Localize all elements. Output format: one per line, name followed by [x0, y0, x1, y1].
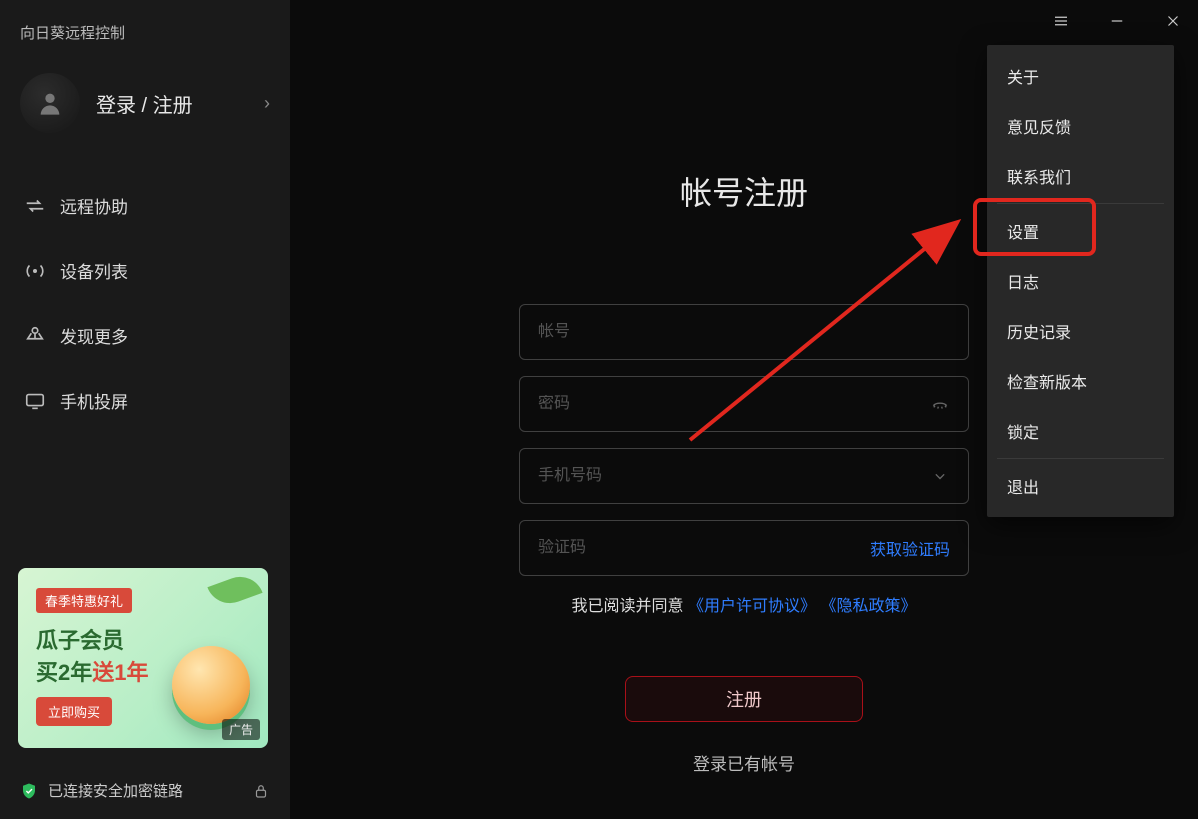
dropdown-menu: 关于 意见反馈 联系我们 设置 日志 历史记录 检查新版本 锁定 退出 — [987, 45, 1174, 517]
chevron-right-icon: › — [264, 93, 270, 114]
main-panel: 关于 意见反馈 联系我们 设置 日志 历史记录 检查新版本 锁定 退出 帐号注册 — [290, 0, 1198, 819]
nav-label: 远程协助 — [60, 193, 128, 218]
promo-line2-prefix: 买2年 — [36, 660, 92, 685]
nav-remote-assist[interactable]: 远程协助 — [0, 173, 290, 238]
login-register-label: 登录 / 注册 — [96, 89, 264, 118]
login-register-row[interactable]: 登录 / 注册 › — [0, 63, 290, 143]
nav-label: 设备列表 — [60, 258, 128, 283]
promo-tag: 春季特惠好礼 — [36, 588, 132, 613]
shield-check-icon — [20, 782, 38, 800]
menu-item-check-update[interactable]: 检查新版本 — [987, 356, 1174, 406]
close-button[interactable] — [1162, 10, 1184, 32]
menu-item-about[interactable]: 关于 — [987, 51, 1174, 101]
privacy-policy-link[interactable]: 《隐私政策》 — [820, 598, 916, 615]
menu-item-settings[interactable]: 设置 — [987, 206, 1174, 256]
nav-device-list[interactable]: 设备列表 — [0, 238, 290, 303]
get-code-link[interactable]: 获取验证码 — [870, 536, 950, 560]
register-form: 帐号注册 获取验证码 我已阅读并同意 — [519, 168, 969, 775]
titlebar — [1050, 10, 1184, 32]
hamburger-icon — [1052, 12, 1070, 30]
nav-label: 手机投屏 — [60, 388, 128, 413]
menu-separator — [997, 458, 1164, 459]
phone-input[interactable] — [538, 467, 920, 485]
phone-field-wrap — [519, 448, 969, 504]
minimize-button[interactable] — [1106, 10, 1128, 32]
promo-ad-label: 广告 — [222, 719, 260, 740]
chevron-down-icon[interactable] — [930, 466, 950, 486]
nav-label: 发现更多 — [60, 323, 128, 348]
code-field-wrap: 获取验证码 — [519, 520, 969, 576]
eye-closed-icon[interactable] — [930, 394, 950, 414]
login-existing-link[interactable]: 登录已有帐号 — [519, 750, 969, 775]
register-button[interactable]: 注册 — [625, 676, 863, 722]
minimize-icon — [1108, 12, 1126, 30]
account-field-wrap — [519, 304, 969, 360]
menu-item-lock[interactable]: 锁定 — [987, 406, 1174, 456]
promo-buy-button[interactable]: 立即购买 — [36, 697, 112, 726]
menu-item-history[interactable]: 历史记录 — [987, 306, 1174, 356]
broadcast-icon — [24, 260, 46, 282]
menu-item-exit[interactable]: 退出 — [987, 461, 1174, 511]
avatar — [20, 73, 80, 133]
menu-item-contact[interactable]: 联系我们 — [987, 151, 1174, 201]
nav-phone-cast[interactable]: 手机投屏 — [0, 368, 290, 433]
leaf-decoration — [207, 570, 262, 610]
status-bar: 已连接安全加密链路 — [0, 768, 290, 819]
user-icon — [36, 89, 64, 117]
nav-list: 远程协助 设备列表 发现更多 手机投屏 — [0, 173, 290, 433]
agree-text: 我已阅读并同意 — [572, 598, 688, 615]
lock-icon[interactable] — [252, 782, 270, 800]
satellite-icon — [24, 325, 46, 347]
agree-row: 我已阅读并同意 《用户许可协议》 《隐私政策》 — [519, 592, 969, 616]
app-title: 向日葵远程控制 — [0, 14, 290, 63]
promo-line2-suffix: 送1年 — [92, 660, 148, 685]
cast-icon — [24, 390, 46, 412]
status-text: 已连接安全加密链路 — [48, 780, 183, 801]
menu-separator — [997, 203, 1164, 204]
promo-graphic — [172, 646, 250, 724]
user-agreement-link[interactable]: 《用户许可协议》 — [688, 598, 816, 615]
swap-icon — [24, 195, 46, 217]
code-input[interactable] — [538, 539, 870, 557]
close-icon — [1164, 12, 1182, 30]
account-input[interactable] — [538, 323, 950, 341]
menu-item-logs[interactable]: 日志 — [987, 256, 1174, 306]
password-field-wrap — [519, 376, 969, 432]
form-title: 帐号注册 — [519, 168, 969, 214]
nav-discover-more[interactable]: 发现更多 — [0, 303, 290, 368]
password-input[interactable] — [538, 395, 920, 413]
sidebar: 向日葵远程控制 登录 / 注册 › 远程协助 设备列表 — [0, 0, 290, 819]
hamburger-menu-button[interactable] — [1050, 10, 1072, 32]
promo-banner[interactable]: 春季特惠好礼 瓜子会员 买2年送1年 立即购买 广告 — [18, 568, 268, 748]
menu-item-feedback[interactable]: 意见反馈 — [987, 101, 1174, 151]
